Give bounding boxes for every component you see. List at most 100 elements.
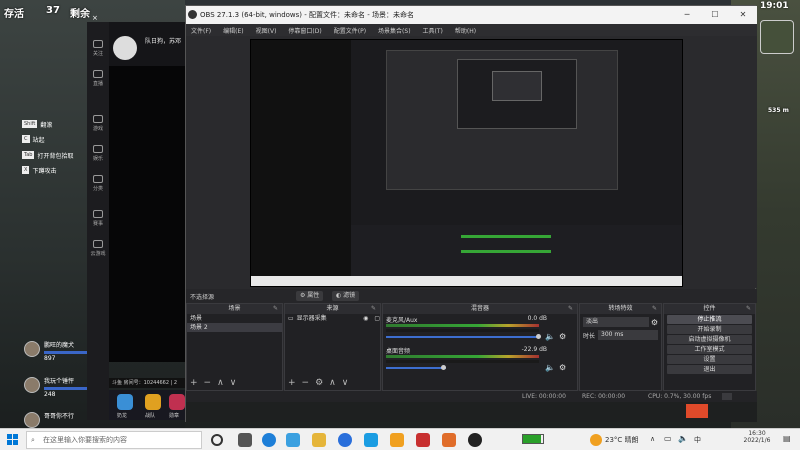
add-icon[interactable]: + xyxy=(190,378,198,388)
up-icon[interactable]: ∧ xyxy=(329,378,336,388)
minimize-icon[interactable]: ─ xyxy=(673,6,701,24)
up-icon[interactable]: ∧ xyxy=(217,378,224,388)
gear-icon[interactable]: ⚙ xyxy=(315,378,323,388)
gear-icon[interactable]: ⚙ xyxy=(559,363,566,372)
taskbar-app-icon[interactable] xyxy=(416,433,430,447)
duration-input[interactable]: 300 ms xyxy=(598,330,658,340)
taskbar-app-icon[interactable] xyxy=(390,433,404,447)
close-icon[interactable]: ✎ xyxy=(652,304,657,314)
panel-title: 转场特效 xyxy=(608,305,633,312)
battery-icon[interactable] xyxy=(522,434,544,444)
menu-tools[interactable]: 工具(T) xyxy=(423,26,443,35)
sidebar-item-game[interactable]: 游戏 xyxy=(89,115,107,132)
obs-taskbar-icon[interactable] xyxy=(468,433,482,447)
taskbar-app-icon[interactable] xyxy=(286,433,300,447)
taskbar-app-icon[interactable] xyxy=(238,433,252,447)
menu-edit[interactable]: 编辑(E) xyxy=(223,26,243,35)
source-toolbar: 不选择源 ⚙ 属性 ◐ 滤镜 xyxy=(186,289,757,303)
hint-text: 下蹲攻击 xyxy=(32,167,57,175)
preview-canvas[interactable] xyxy=(250,39,683,287)
menu-icon[interactable]: ✎ xyxy=(568,304,573,314)
speaker-icon[interactable]: 🔈 xyxy=(545,363,555,372)
taskbar-app-icon[interactable] xyxy=(442,433,456,447)
weather-text[interactable]: 23°C 晴朗 xyxy=(605,435,639,445)
add-icon[interactable]: + xyxy=(288,378,296,388)
edit-icon[interactable]: ✎ xyxy=(371,304,376,314)
sidebar-item-category[interactable]: 分类 xyxy=(89,175,107,192)
exit-button[interactable]: 退出 xyxy=(667,365,752,374)
volume-slider[interactable] xyxy=(386,367,446,369)
sidebar-item-cloud-game[interactable]: 云游戏 xyxy=(89,240,107,257)
obs-titlebar: OBS 27.1.3 (64-bit, windows) - 配置文件：未命名 … xyxy=(186,6,757,24)
maximize-icon[interactable]: ☐ xyxy=(701,6,729,24)
sidebar-item-ent[interactable]: 娱乐 xyxy=(89,145,107,162)
windows-start-icon[interactable] xyxy=(7,434,18,445)
tray-chevron-icon[interactable]: ∧ xyxy=(650,435,655,443)
eye-icon[interactable]: ◉ xyxy=(363,314,368,323)
close-icon[interactable]: ✕ xyxy=(729,6,757,24)
close-icon[interactable]: ✎ xyxy=(273,304,278,314)
streamer-avatar[interactable] xyxy=(113,36,137,60)
menu-scene-collection[interactable]: 场景集合(S) xyxy=(378,26,411,35)
filters-button[interactable]: ◐ 滤镜 xyxy=(332,291,360,301)
search-input[interactable]: ⌕ 在这里输入你要搜索的内容 xyxy=(26,431,202,449)
task-view-icon[interactable] xyxy=(211,434,223,446)
level-meter-bg xyxy=(386,329,539,332)
ime-indicator[interactable]: 中 xyxy=(694,435,701,445)
settings-button[interactable]: 设置 xyxy=(667,355,752,364)
list-item[interactable]: ▭ 显示器采集 ◉ ▢ xyxy=(285,314,380,323)
sidebar-item-live[interactable]: 直播 xyxy=(89,70,107,87)
lock-icon[interactable]: ▢ xyxy=(374,314,380,323)
obs-bottom-strip xyxy=(186,402,757,422)
notification-icon[interactable]: ▤ xyxy=(783,434,791,443)
menu-dock[interactable]: 停靠窗口(D) xyxy=(288,26,321,35)
minimap xyxy=(760,20,794,54)
transition-select[interactable]: 淡出 xyxy=(583,317,649,327)
gift-item[interactable]: 战队 xyxy=(145,394,161,419)
studio-mode-button[interactable]: 工作室模式 xyxy=(667,345,752,354)
gift-bar: 奶龙 战队 勋章 xyxy=(109,390,189,420)
stop-stream-button[interactable]: 停止推流 xyxy=(667,315,752,324)
network-icon[interactable]: ▭ xyxy=(664,434,672,443)
properties-button[interactable]: ⚙ 属性 xyxy=(296,291,324,301)
hint-text: 打开背包拾取 xyxy=(37,152,74,160)
clock[interactable]: 16:30 2022/1/6 xyxy=(740,430,774,444)
start-recording-button[interactable]: 开始录制 xyxy=(667,325,752,334)
remove-icon[interactable]: − xyxy=(302,378,310,388)
menu-help[interactable]: 帮助(H) xyxy=(455,26,476,35)
virtual-camera-button[interactable]: 启动虚拟摄像机 xyxy=(667,335,752,344)
menu-view[interactable]: 视图(V) xyxy=(256,26,277,35)
menu-file[interactable]: 文件(F) xyxy=(191,26,211,35)
down-icon[interactable]: ∨ xyxy=(342,378,349,388)
gift-item[interactable]: 勋章 xyxy=(169,394,185,419)
search-placeholder: 在这里输入你要搜索的内容 xyxy=(43,436,127,444)
volume-icon[interactable]: 🔈 xyxy=(678,434,688,443)
speaker-icon[interactable]: 🔈 xyxy=(545,332,555,341)
down-icon[interactable]: ∨ xyxy=(230,378,237,388)
mixer-channel: 桌面音频 -22.9 dB 🔈 ⚙ xyxy=(383,345,577,376)
edge-icon[interactable] xyxy=(262,433,276,447)
volume-slider[interactable] xyxy=(386,336,539,338)
list-item[interactable]: 场景 2 xyxy=(187,323,282,332)
remove-icon[interactable]: − xyxy=(204,378,212,388)
gear-icon[interactable]: ⚙ xyxy=(559,332,566,341)
list-item[interactable]: 场景 xyxy=(187,314,282,323)
menu-profile[interactable]: 配置文件(P) xyxy=(334,26,366,35)
taskbar-app-icon[interactable] xyxy=(338,433,352,447)
sidebar-item-follow[interactable]: 关注 xyxy=(89,40,107,57)
hint-row: Tab 打开背包拾取 xyxy=(22,150,73,160)
alive-count: 37 xyxy=(46,5,60,16)
panel-title: 控件 xyxy=(703,305,716,312)
stream-player[interactable] xyxy=(109,66,185,362)
sidebar-item-esports[interactable]: 赛事 xyxy=(89,210,107,227)
clock-date: 2022/1/6 xyxy=(743,437,771,444)
gear-icon[interactable]: ⚙ xyxy=(651,318,658,327)
gift-item[interactable]: 奶龙 xyxy=(117,394,133,419)
slider-handle[interactable] xyxy=(536,334,541,339)
taskbar-app-icon[interactable] xyxy=(364,433,378,447)
close-icon[interactable]: ✎ xyxy=(746,304,751,314)
folder-icon[interactable] xyxy=(312,433,326,447)
slider-handle[interactable] xyxy=(441,365,446,370)
streamer-name: 队日狗，苏邓 xyxy=(145,38,182,45)
close-icon[interactable]: × xyxy=(92,14,106,24)
